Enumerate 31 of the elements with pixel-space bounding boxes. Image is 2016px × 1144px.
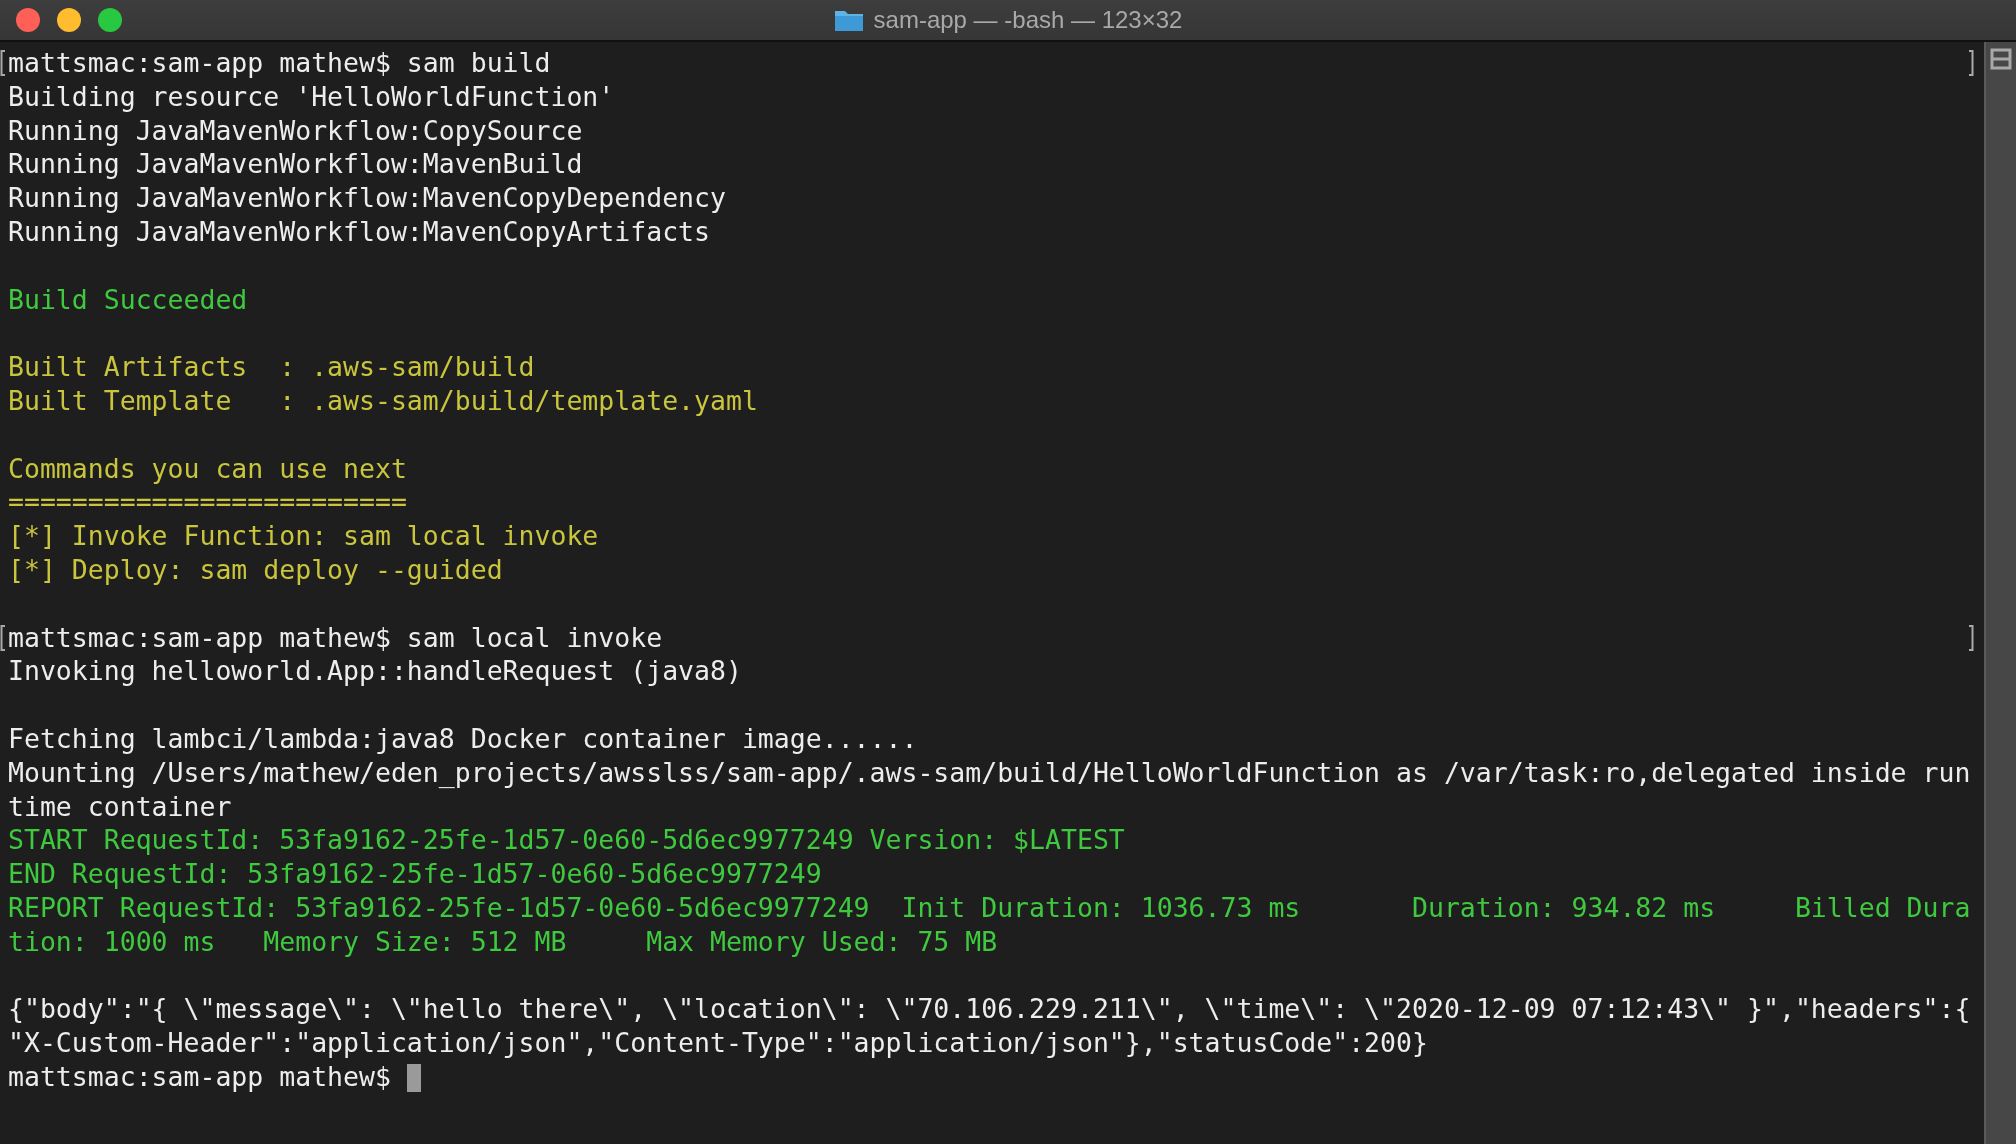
terminal-line: Mounting /Users/mathew/eden_projects/awsslss/sam-app/.aws-sam/build/HelloWorldFunction as /var/task:ro,delegated inside run [8,756,1971,788]
terminal-line: Running JavaMavenWorkflow:MavenCopyDependency [8,182,726,214]
close-button[interactable] [16,8,40,32]
info-output-line: Commands you can use next [8,452,407,484]
terminal-line: Building resource 'HelloWorldFunction' [8,80,615,112]
terminal-line: mattsmac:sam-app mathew$ sam build [8,47,551,78]
success-output-line: END RequestId: 53fa9162-25fe-1d57-0e60-5d6ec9977249 [8,858,822,890]
success-output-line: REPORT RequestId: 53fa9162-25fe-1d57-0e60-5d6ec9977249 Init Duration: 1036.73 ms Duration: 934.82 ms Billed Dura [8,891,1971,923]
zoom-button[interactable] [98,8,122,32]
minimize-button[interactable] [57,8,81,32]
info-output-line: [*] Invoke Function: sam local invoke [8,520,599,552]
terminal-line: Running JavaMavenWorkflow:MavenBuild [8,148,583,180]
terminal-line: mattsmac:sam-app mathew$ sam local invoke [8,621,663,653]
terminal-line: {"body":"{ \"message\": \"hello there\", \"location\": \"70.106.229.211\", \"time\": \"2020-12-09 07:12:43\" }","headers":{ [8,993,1971,1025]
split-pane-icon[interactable] [1990,48,2012,70]
terminal-line: Fetching lambci/lambda:java8 Docker container image...... [8,722,918,754]
info-output-line: ========================= [8,486,407,518]
success-output-line: Build Succeeded [8,283,248,315]
terminal-line: "X-Custom-Header":"application/json","Content-Type":"application/json"},"statusCode":200} [8,1027,1428,1059]
terminal-line: Invoking helloworld.App::handleRequest (java8) [8,655,742,687]
info-output-line: Built Template : .aws-sam/build/template.yaml [8,384,758,416]
info-output-line: Built Artifacts : .aws-sam/build [8,351,535,383]
window-title: sam-app — -bash — 123×32 [873,6,1183,34]
success-output-line: START RequestId: 53fa9162-25fe-1d57-0e60-5d6ec9977249 Version: $LATEST [8,824,1125,856]
terminal-line: mattsmac:sam-app mathew$ [8,1060,392,1092]
info-output-line: [*] Deploy: sam deploy --guided [8,553,503,585]
terminal-line: Running JavaMavenWorkflow:MavenCopyArtifacts [8,216,710,247]
terminal-line: time container [8,790,232,822]
success-output-line: tion: 1000 ms Memory Size: 512 MB Max Memory Used: 75 MB [8,925,998,957]
terminal-line: Running JavaMavenWorkflow:CopySource [8,114,583,146]
folder-icon [833,8,864,32]
